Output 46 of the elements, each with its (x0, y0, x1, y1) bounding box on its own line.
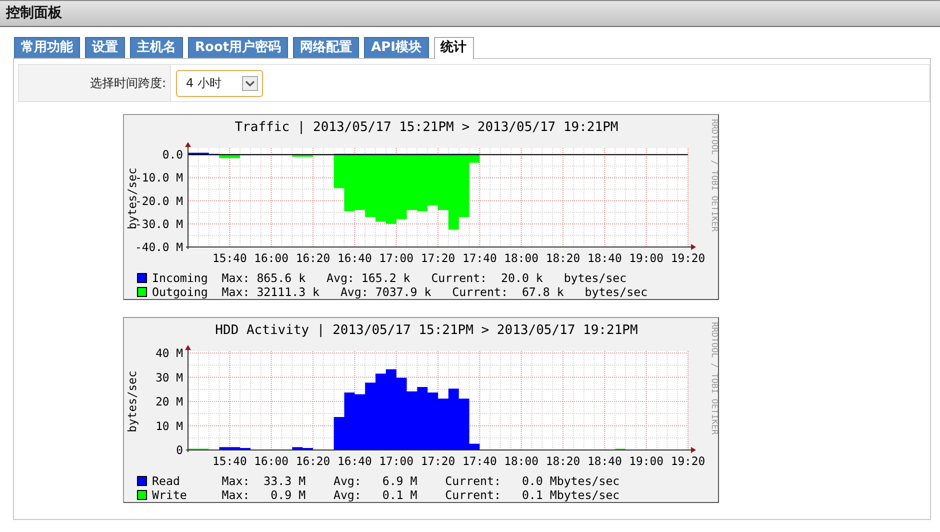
x-tick-label: 19:20 (670, 251, 706, 265)
y-tick-label: 40 M (156, 346, 183, 360)
x-tick-label: 18:40 (588, 454, 622, 468)
credit-text: RRDTOOL / TOBI OETIKER (709, 118, 719, 232)
credit-text: RRDTOOL / TOBI OETIKER (709, 321, 719, 435)
y-tick-label: 0.0 (162, 148, 183, 162)
legend-name: Write (152, 488, 188, 502)
x-tick-label: 18:00 (504, 251, 538, 265)
y-tick-label: 20 M (156, 394, 183, 408)
time-span-label: 选择时间跨度: (90, 74, 166, 92)
x-tick-label: 17:40 (462, 454, 497, 468)
x-tick-label: 19:20 (670, 454, 706, 468)
y-tick-label: 30 M (156, 370, 183, 384)
x-tick-label: 19:00 (629, 454, 664, 468)
legend-name: Outgoing (152, 285, 209, 299)
x-tick-label: 16:40 (338, 251, 372, 265)
x-tick-label: 15:40 (212, 454, 247, 468)
x-tick-label: 19:00 (629, 251, 664, 265)
graph-title: HDD Activity | 2013/05/17 15:21PM > 2013/05/17 19:21PM (215, 323, 638, 338)
legend-stats: Max: 865.6 k Avg: 165.2 k Current: 20.0 k bytes/sec (222, 271, 627, 285)
x-tick-label: 17:00 (379, 454, 414, 468)
panel-title: 控制面板 (6, 4, 62, 23)
legend-stats: Max: 32111.3 k Avg: 7037.9 k Current: 67.8 k bytes/sec (222, 285, 648, 299)
x-tick-label: 16:40 (338, 454, 372, 468)
x-tick-label: 18:20 (546, 251, 580, 265)
y-tick-label: -40.0 M (134, 240, 183, 254)
y-tick-label: 10 M (156, 418, 183, 433)
x-tick-label: 18:40 (588, 251, 622, 265)
legend-name: Incoming (152, 271, 209, 285)
x-tick-label: 17:40 (462, 251, 497, 265)
x-tick-label: 16:20 (296, 454, 330, 468)
legend-name: Read (152, 474, 181, 488)
x-tick-label: 17:20 (420, 251, 456, 265)
graph-title: Traffic | 2013/05/17 15:21PM > 2013/05/17 19:21PM (234, 120, 618, 135)
y-axis-label: bytes/sec (125, 370, 139, 432)
x-tick-label: 16:00 (254, 251, 288, 265)
legend-stats: Max: 0.9 M Avg: 0.1 M Current: 0.1 Mbytes/sec (222, 488, 620, 502)
x-tick-label: 16:00 (254, 454, 288, 468)
x-tick-label: 17:20 (420, 454, 456, 468)
x-tick-label: 17:00 (379, 251, 414, 265)
x-tick-label: 18:00 (504, 454, 538, 468)
legend-stats: Max: 33.3 M Avg: 6.9 M Current: 0.0 Mbytes/sec (222, 474, 620, 488)
x-tick-label: 16:20 (296, 251, 330, 265)
x-tick-label: 18:20 (546, 454, 580, 468)
x-tick-label: 15:40 (212, 251, 247, 265)
y-tick-label: 0 (176, 443, 183, 457)
